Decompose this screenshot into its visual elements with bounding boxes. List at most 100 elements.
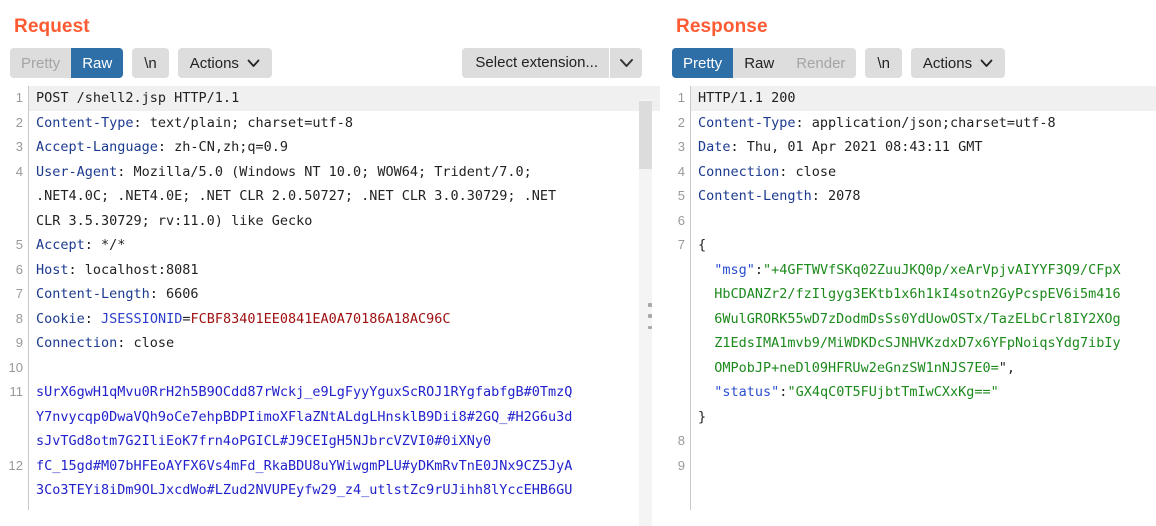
request-toolbar: Pretty Raw \n Actions Select extension..… bbox=[0, 44, 660, 82]
code-token: : Thu, 01 Apr 2021 08:43:11 GMT bbox=[730, 139, 983, 155]
line-number: 2 bbox=[677, 114, 685, 130]
code-token: Connection bbox=[698, 163, 780, 180]
request-newline-button[interactable]: \n bbox=[132, 48, 169, 78]
code-token: Content-Type bbox=[698, 114, 796, 131]
select-extension-label: Select extension... bbox=[475, 54, 598, 71]
line-number: 3 bbox=[677, 139, 685, 154]
code-token: Cookie bbox=[36, 310, 85, 327]
response-panel: Response Pretty Raw Render \n Actions 1 2… bbox=[662, 0, 1156, 526]
request-tab-pretty[interactable]: Pretty bbox=[10, 48, 72, 78]
code-line-wrapped: sJvTGd8otm7G2IliEoK7frn4oPGICL#J9CEIgH5N… bbox=[36, 429, 660, 454]
code-token: sUrX6gwH1qMvu0RrH2h5B9OCdd87rWckj_e9LgFy… bbox=[36, 384, 573, 400]
code-line-wrapped: "msg":"+4GFTWVfSKq02ZuuJKQ0p/xeArVpjvAIY… bbox=[698, 258, 1156, 283]
line-number: 11 bbox=[9, 384, 24, 399]
response-tab-render[interactable]: Render bbox=[785, 48, 857, 78]
code-token: Accept bbox=[36, 237, 85, 253]
code-line-wrapped: .NET4.0C; .NET4.0E; .NET CLR 2.0.50727; … bbox=[36, 184, 660, 209]
code-token: HbCDANZr2/fzIlgyg3EKtb1x6h1kI4sotn2GyPcs… bbox=[714, 286, 1121, 302]
code-line: Cookie: JSESSIONID=FCBF83401EE0841EA0A70… bbox=[36, 307, 660, 332]
response-actions-button[interactable]: Actions bbox=[910, 48, 1006, 78]
line-number: 6 bbox=[15, 261, 23, 277]
line-number: 10 bbox=[8, 359, 23, 375]
code-token: FCBF83401EE0841EA0A70186A18AC96C bbox=[190, 310, 451, 327]
code-token: fC_15gd#M07bHFEoAYFX6Vs4mFd_RkaBDU8uYWiw… bbox=[36, 457, 573, 474]
code-token: Content-Type bbox=[36, 114, 134, 131]
line-number: 8 bbox=[15, 310, 23, 326]
code-line: Content-Length: 6606 bbox=[36, 282, 660, 307]
line-number: 4 bbox=[15, 163, 23, 179]
code-line: Content-Type: text/plain; charset=utf-8 bbox=[36, 111, 660, 136]
response-code-text[interactable]: HTTP/1.1 200 Content-Type: application/js… bbox=[691, 82, 1156, 510]
drag-dot-icon bbox=[648, 303, 652, 307]
response-toolbar: Pretty Raw Render \n Actions bbox=[662, 44, 1156, 82]
line-number: 1 bbox=[15, 90, 23, 105]
code-token: Host bbox=[36, 261, 69, 278]
code-token: 3Co3TEYi8iDm9OLJxcdWo#LZud2NVUPEyfw29_z4… bbox=[36, 482, 573, 498]
line-number: 7 bbox=[15, 286, 23, 301]
line-number: 9 bbox=[677, 457, 685, 473]
request-scrollbar-thumb[interactable] bbox=[639, 101, 652, 169]
line-number: 6 bbox=[677, 212, 685, 228]
code-line: Content-Type: application/json;charset=u… bbox=[698, 111, 1156, 136]
code-token: HTTP/1.1 200 bbox=[698, 90, 796, 106]
line-number: 3 bbox=[15, 139, 23, 154]
code-token: : localhost:8081 bbox=[68, 261, 199, 278]
request-line-number-gutter: 1 2 3 4 5 6 7 8 9 10 11 12 bbox=[0, 82, 28, 510]
select-extension-dropdown[interactable]: Select extension... bbox=[462, 48, 642, 78]
request-actions-button[interactable]: Actions bbox=[177, 48, 272, 78]
code-line-wrapped: 3Co3TEYi8iDm9OLJxcdWo#LZud2NVUPEyfw29_z4… bbox=[36, 478, 660, 503]
response-code-viewer[interactable]: 1 2 3 4 5 6 7 8 9 HTTP/1.1 200 Content-Type: appl… bbox=[662, 82, 1156, 510]
burp-repeater-window: Request Pretty Raw \n Actions Select ext… bbox=[0, 0, 1156, 526]
code-line: Connection: close bbox=[698, 160, 1156, 185]
code-token: CLR 3.5.30729; rv:11.0) like Gecko bbox=[36, 212, 313, 229]
code-line-wrapped: Y7nvycqp0DwaVQh9oCe7ehpBDPIimoXFlaZNtALd… bbox=[36, 405, 660, 430]
code-line-wrapped: "status":"GX4qC0T5FUjbtTmIwCXxKg==" bbox=[698, 380, 1156, 405]
code-token: Date bbox=[698, 139, 731, 155]
response-view-mode-group[interactable]: Pretty Raw Render bbox=[672, 48, 857, 78]
code-line: sUrX6gwH1qMvu0RrH2h5B9OCdd87rWckj_e9LgFy… bbox=[36, 380, 660, 405]
code-token: "status" bbox=[714, 384, 780, 400]
code-token: User-Agent bbox=[36, 163, 118, 180]
request-actions-label: Actions bbox=[189, 54, 239, 72]
code-line-wrapped: OMPobJP+neDl09HFRUw2eGnzSW1nNJS7E0=", bbox=[698, 356, 1156, 381]
response-actions-label: Actions bbox=[922, 54, 973, 72]
code-line: Date: Thu, 01 Apr 2021 08:43:11 GMT bbox=[698, 135, 1156, 160]
code-line-wrapped: 6WulGRORK55wD7zDodmDsSs0YdUowOSTx/TazELb… bbox=[698, 307, 1156, 332]
line-number: 4 bbox=[677, 163, 685, 179]
code-token: Z1EdsIMA1mvb9/MiWDKDcSJNHVKzdxD7x6YFpNoi… bbox=[714, 335, 1121, 351]
response-newline-label: \n bbox=[877, 54, 890, 72]
response-line-number-gutter: 1 2 3 4 5 6 7 8 9 bbox=[662, 82, 690, 510]
request-panel: Request Pretty Raw \n Actions Select ext… bbox=[0, 0, 660, 526]
code-token: "GX4qC0T5FUjbtTmIwCXxKg==" bbox=[787, 384, 999, 400]
code-token: Connection bbox=[36, 335, 118, 351]
code-token: POST /shell2.jsp HTTP/1.1 bbox=[36, 90, 240, 106]
code-token: : 2078 bbox=[811, 188, 861, 204]
chevron-down-icon[interactable] bbox=[610, 48, 642, 78]
code-line: Accept-Language: zh-CN,zh;q=0.9 bbox=[36, 135, 660, 160]
code-token: Accept-Language bbox=[36, 139, 158, 155]
code-token: Content-Length bbox=[698, 188, 812, 204]
request-code-text[interactable]: POST /shell2.jsp HTTP/1.1 Content-Type: t… bbox=[29, 82, 660, 510]
panel-resize-handle[interactable] bbox=[646, 303, 654, 329]
request-view-mode-group[interactable]: Pretty Raw bbox=[10, 48, 124, 78]
line-number: 2 bbox=[15, 114, 23, 130]
response-tab-pretty[interactable]: Pretty bbox=[672, 48, 734, 78]
code-line: User-Agent: Mozilla/5.0 (Windows NT 10.0… bbox=[36, 160, 660, 185]
code-token: : close bbox=[779, 163, 837, 180]
code-line: HTTP/1.1 200 bbox=[691, 86, 1156, 111]
response-newline-button[interactable]: \n bbox=[865, 48, 902, 78]
request-code-viewer[interactable]: 1 2 3 4 5 6 7 8 9 10 11 12 POST /shell2.jsp HTTP/1.… bbox=[0, 82, 660, 510]
code-token: : bbox=[754, 261, 764, 278]
request-tab-raw[interactable]: Raw bbox=[71, 48, 124, 78]
code-token: OMPobJP+neDl09HFRUw2eGnzSW1nNJS7E0= bbox=[714, 359, 999, 376]
response-tab-raw[interactable]: Raw bbox=[733, 48, 786, 78]
line-number: 9 bbox=[15, 335, 23, 350]
chevron-down-icon bbox=[980, 59, 993, 68]
code-token: : application/json;charset=utf-8 bbox=[795, 114, 1056, 131]
